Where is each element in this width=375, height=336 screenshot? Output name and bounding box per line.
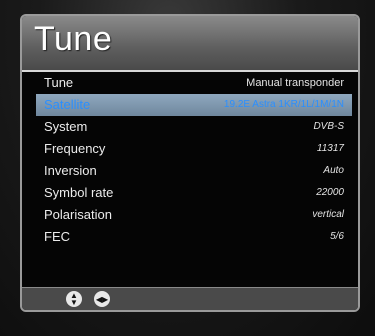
menu-row-system[interactable]: System DVB-S [36, 116, 352, 138]
row-label: Frequency [44, 141, 106, 156]
left-right-arrows-icon[interactable]: ◀▶ [94, 291, 110, 307]
menu-row-tune[interactable]: Tune Manual transponder [36, 72, 352, 94]
row-label: Satellite [44, 97, 91, 112]
menu-row-fec[interactable]: FEC 5/6 [36, 226, 352, 248]
page-title: Tune [34, 20, 113, 58]
row-label: Polarisation [44, 207, 112, 222]
row-label: Inversion [44, 163, 97, 178]
tune-panel: Tune Tune Manual transponder Satellite 1… [20, 14, 360, 312]
menu-row-inversion[interactable]: Inversion Auto [36, 160, 352, 182]
title-bar: Tune [22, 16, 358, 72]
menu-row-symbol-rate[interactable]: Symbol rate 22000 [36, 182, 352, 204]
row-label: Tune [44, 75, 74, 90]
menu-row-polarisation[interactable]: Polarisation vertical [36, 204, 352, 226]
row-value: Manual transponder [246, 77, 344, 89]
up-down-arrows-icon[interactable]: ▲ ▼ [66, 291, 82, 307]
row-value: 22000 [316, 187, 344, 198]
row-label: FEC [44, 229, 70, 244]
row-value: 5/6 [330, 231, 344, 242]
tune-menu: Tune Manual transponder Satellite 19.2E … [36, 72, 352, 248]
row-value: 19.2E Astra 1KR/1L/1M/1N [223, 99, 344, 110]
footer-bar: ▲ ▼ ◀▶ [22, 287, 358, 310]
row-value: 11317 [316, 143, 344, 154]
menu-row-frequency[interactable]: Frequency 11317 [36, 138, 352, 160]
row-label: System [44, 119, 88, 134]
row-value: Auto [323, 165, 344, 176]
row-label: Symbol rate [44, 185, 114, 200]
menu-row-satellite[interactable]: Satellite 19.2E Astra 1KR/1L/1M/1N [36, 94, 352, 116]
row-value: DVB-S [313, 121, 344, 132]
row-value: vertical [312, 209, 344, 220]
